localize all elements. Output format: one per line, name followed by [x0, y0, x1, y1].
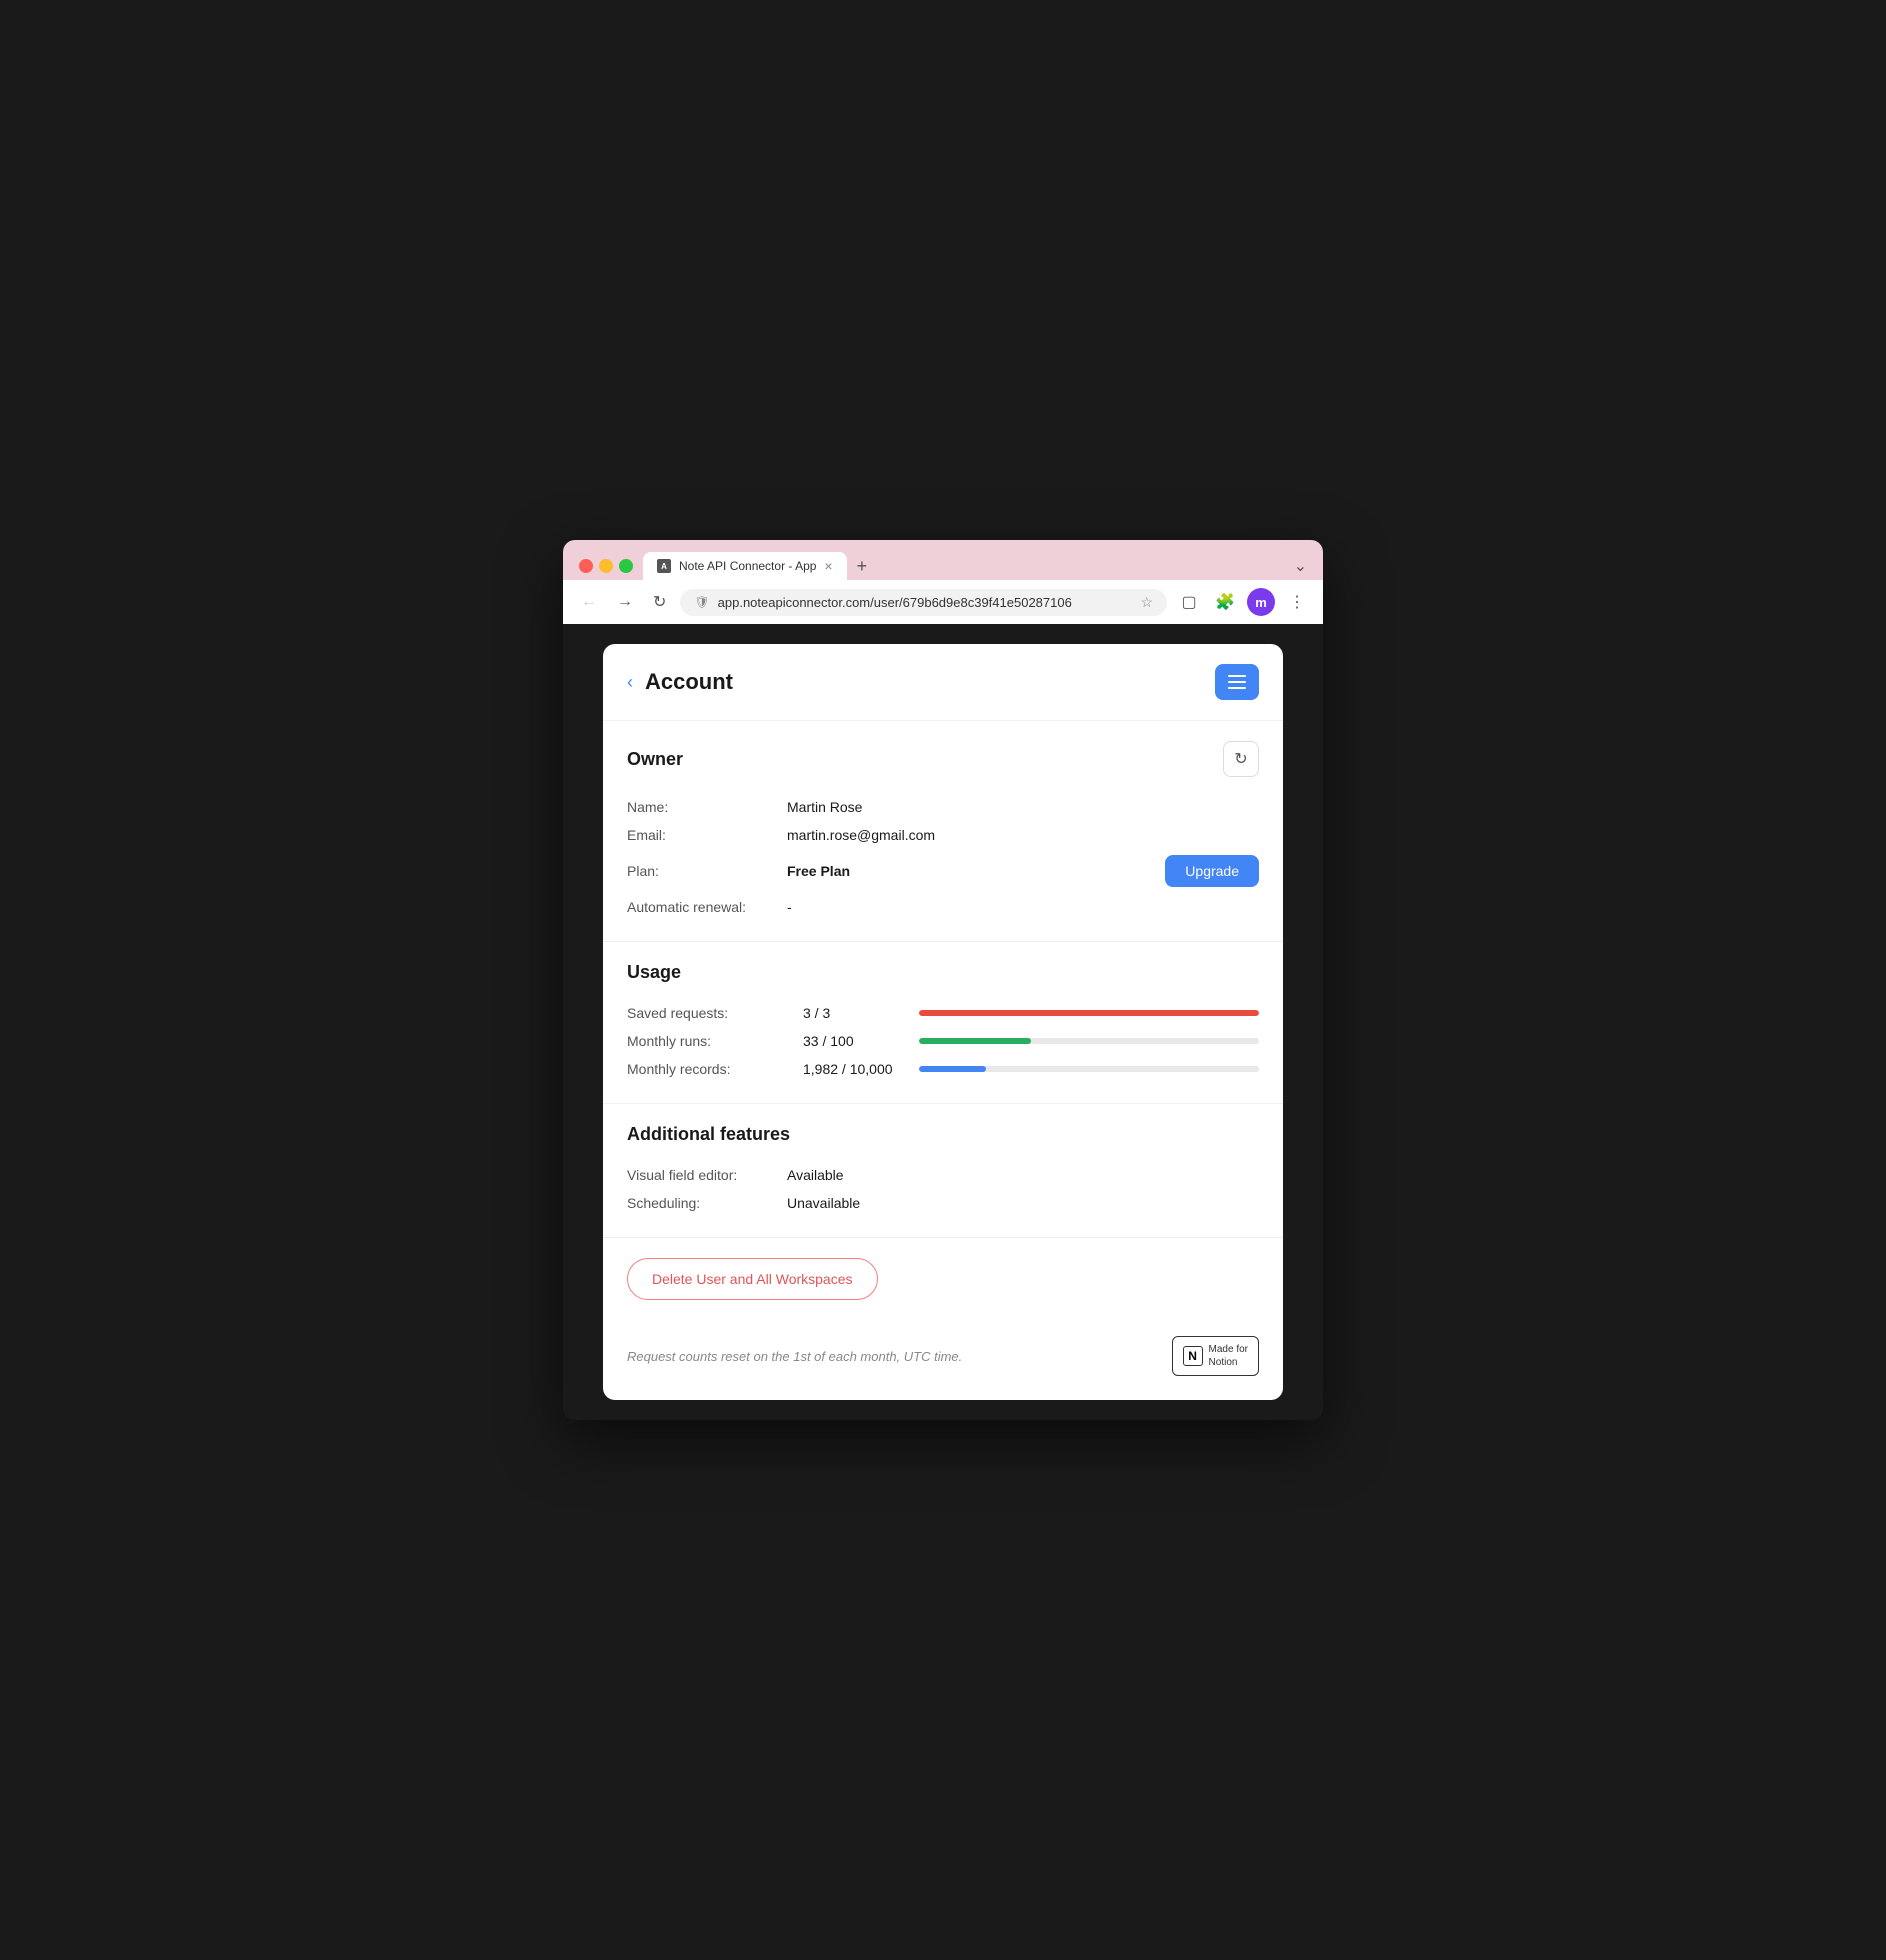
plan-label: Plan:	[627, 863, 787, 879]
plan-value: Free Plan	[787, 863, 1165, 879]
additional-features-title: Additional features	[627, 1124, 790, 1145]
renewal-value: -	[787, 899, 1259, 915]
footer-note: Request counts reset on the 1st of each …	[627, 1349, 962, 1364]
email-label: Email:	[627, 827, 787, 843]
account-card: ‹ Account Owner ↻ Name	[603, 644, 1283, 1400]
address-bar[interactable]: 🛡 app.noteapiconnector.com/user/679b6d9e…	[680, 589, 1167, 616]
traffic-lights	[579, 559, 633, 573]
saved-requests-value: 3 / 3	[803, 1005, 903, 1021]
hamburger-line-3	[1228, 687, 1246, 689]
monthly-runs-progress-fill	[919, 1038, 1031, 1044]
monthly-records-row: Monthly records: 1,982 / 10,000	[627, 1055, 1259, 1083]
card-header: ‹ Account	[603, 644, 1283, 721]
notion-badge-line1: Made for	[1209, 1343, 1248, 1356]
forward-button[interactable]: →	[611, 591, 639, 613]
tab-expand-button[interactable]: ⌄	[1294, 556, 1307, 576]
page-title: Account	[645, 669, 733, 695]
visual-field-editor-row: Visual field editor: Available	[627, 1161, 1259, 1189]
monthly-runs-value: 33 / 100	[803, 1033, 903, 1049]
notion-badge: N Made for Notion	[1172, 1336, 1259, 1376]
more-options-button[interactable]: ⋮	[1283, 588, 1311, 616]
usage-section-title: Usage	[627, 962, 681, 983]
monthly-runs-label: Monthly runs:	[627, 1033, 787, 1049]
name-label: Name:	[627, 799, 787, 815]
notion-badge-line2: Notion	[1209, 1356, 1248, 1369]
scheduling-value: Unavailable	[787, 1195, 1259, 1211]
new-tab-button[interactable]: +	[851, 556, 874, 577]
upgrade-button[interactable]: Upgrade	[1165, 855, 1259, 887]
card-footer: Request counts reset on the 1st of each …	[603, 1320, 1283, 1400]
monthly-records-label: Monthly records:	[627, 1061, 787, 1077]
browser-window: A Note API Connector - App × + ⌄ ← → ↻ 🛡…	[563, 540, 1323, 1420]
tab-favicon: A	[657, 559, 671, 573]
email-row: Email: martin.rose@gmail.com	[627, 821, 1259, 849]
traffic-light-green[interactable]	[619, 559, 633, 573]
traffic-light-yellow[interactable]	[599, 559, 613, 573]
saved-requests-progress-container	[919, 1010, 1259, 1016]
browser-titlebar: A Note API Connector - App × + ⌄	[563, 540, 1323, 580]
back-button[interactable]: ←	[575, 591, 603, 613]
name-value: Martin Rose	[787, 799, 1259, 815]
renewal-label: Automatic renewal:	[627, 899, 787, 915]
saved-requests-row: Saved requests: 3 / 3	[627, 999, 1259, 1027]
saved-requests-progress-fill	[919, 1010, 1259, 1016]
security-icon: 🛡	[694, 595, 709, 609]
scheduling-label: Scheduling:	[627, 1195, 787, 1211]
monthly-records-value: 1,982 / 10,000	[803, 1061, 903, 1077]
notion-n-icon: N	[1183, 1346, 1203, 1366]
back-nav-button[interactable]: ‹	[627, 672, 633, 693]
tab-close-button[interactable]: ×	[824, 558, 832, 574]
toolbar-actions: ▢ 🧩 m ⋮	[1175, 588, 1311, 616]
visual-field-editor-label: Visual field editor:	[627, 1167, 787, 1183]
monthly-records-progress-fill	[919, 1066, 986, 1072]
additional-features-section: Additional features Visual field editor:…	[603, 1103, 1283, 1237]
hamburger-line-2	[1228, 681, 1246, 683]
email-value: martin.rose@gmail.com	[787, 827, 1259, 843]
refresh-button[interactable]: ↻	[1223, 741, 1259, 777]
puzzle-button[interactable]: 🧩	[1211, 588, 1239, 616]
usage-section: Usage Saved requests: 3 / 3 Monthly runs…	[603, 941, 1283, 1103]
name-row: Name: Martin Rose	[627, 793, 1259, 821]
extensions-button[interactable]: ▢	[1175, 588, 1203, 616]
notion-badge-text: Made for Notion	[1209, 1343, 1248, 1369]
url-text: app.noteapiconnector.com/user/679b6d9e8c…	[718, 595, 1133, 610]
renewal-row: Automatic renewal: -	[627, 893, 1259, 921]
tab-title: Note API Connector - App	[679, 559, 816, 573]
browser-tab[interactable]: A Note API Connector - App ×	[643, 552, 847, 580]
saved-requests-label: Saved requests:	[627, 1005, 787, 1021]
scheduling-row: Scheduling: Unavailable	[627, 1189, 1259, 1217]
menu-button[interactable]	[1215, 664, 1259, 700]
reload-button[interactable]: ↻	[647, 590, 672, 614]
tab-bar: A Note API Connector - App × + ⌄	[643, 552, 1307, 580]
profile-avatar[interactable]: m	[1247, 588, 1275, 616]
plan-row: Plan: Free Plan Upgrade	[627, 849, 1259, 893]
additional-features-header: Additional features	[627, 1124, 1259, 1145]
owner-section: Owner ↻ Name: Martin Rose Email: martin.…	[603, 721, 1283, 941]
bookmark-icon[interactable]: ☆	[1140, 594, 1153, 611]
usage-section-header: Usage	[627, 962, 1259, 983]
browser-toolbar: ← → ↻ 🛡 app.noteapiconnector.com/user/67…	[563, 580, 1323, 624]
traffic-light-red[interactable]	[579, 559, 593, 573]
titlebar-top: A Note API Connector - App × + ⌄	[579, 552, 1307, 580]
header-left: ‹ Account	[627, 669, 733, 695]
owner-section-header: Owner ↻	[627, 741, 1259, 777]
delete-section: Delete User and All Workspaces	[603, 1237, 1283, 1320]
delete-user-button[interactable]: Delete User and All Workspaces	[627, 1258, 878, 1300]
hamburger-line-1	[1228, 675, 1246, 677]
monthly-runs-row: Monthly runs: 33 / 100	[627, 1027, 1259, 1055]
page-content: ‹ Account Owner ↻ Name	[563, 624, 1323, 1420]
monthly-runs-progress-container	[919, 1038, 1259, 1044]
owner-section-title: Owner	[627, 749, 683, 770]
monthly-records-progress-container	[919, 1066, 1259, 1072]
visual-field-editor-value: Available	[787, 1167, 1259, 1183]
hamburger-icon	[1228, 675, 1246, 689]
